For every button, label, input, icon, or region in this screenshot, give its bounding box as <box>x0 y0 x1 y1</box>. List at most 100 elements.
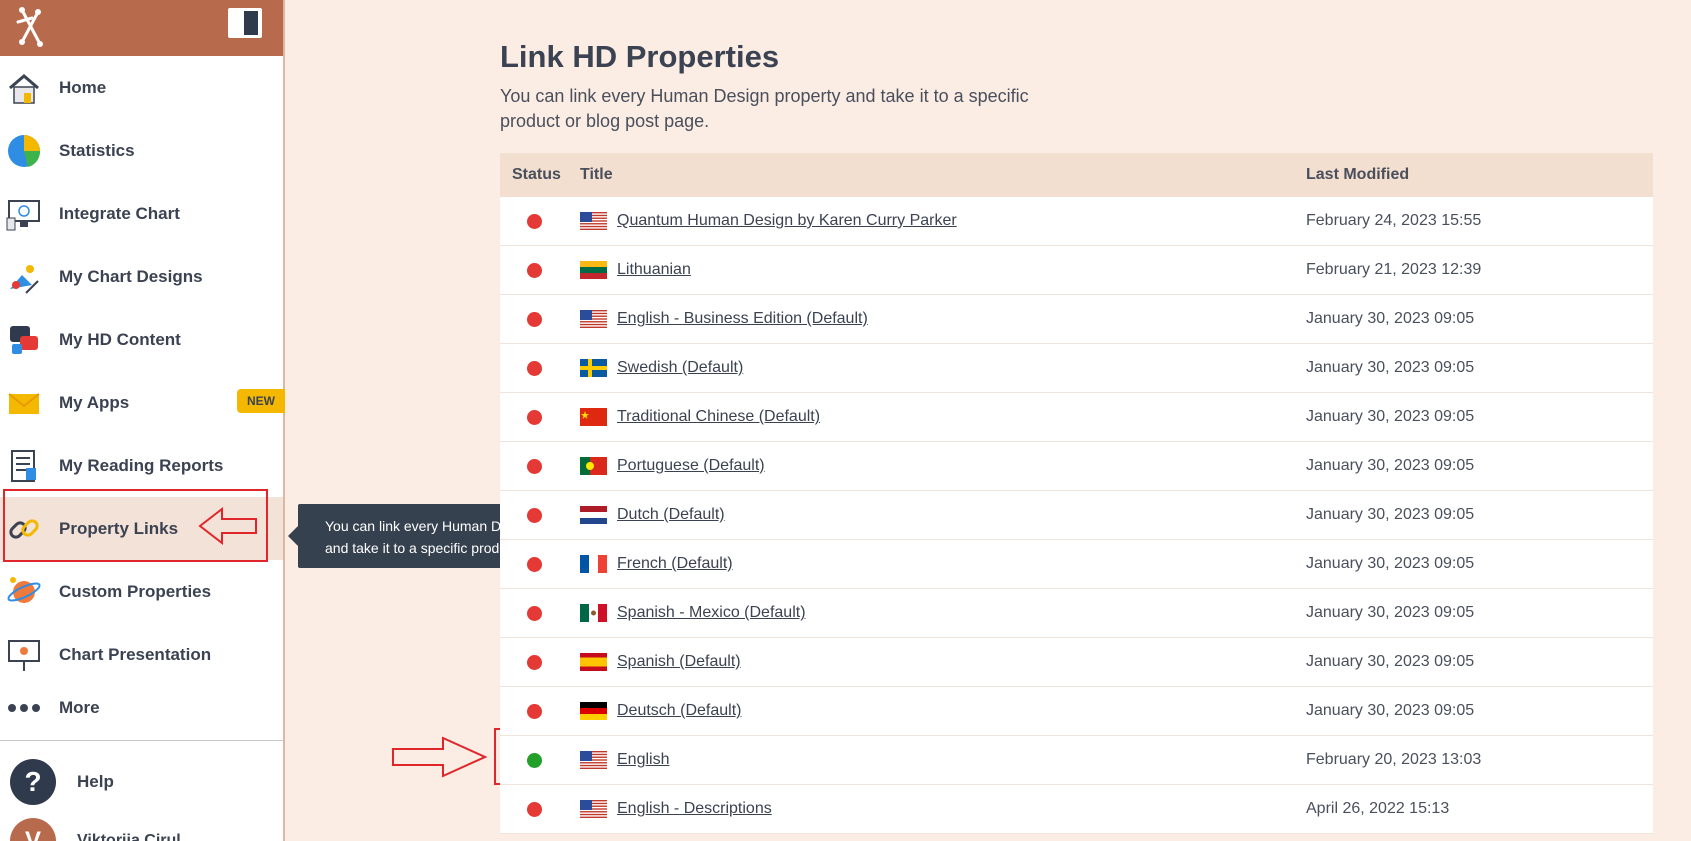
sidebar-item-my-hd-content[interactable]: My HD Content <box>0 308 283 371</box>
property-title-link[interactable]: Dutch (Default) <box>617 506 725 524</box>
sidebar-item-label: Home <box>59 77 107 97</box>
flag-de-icon <box>580 702 607 720</box>
presentation-board-icon <box>8 639 40 671</box>
property-title-link[interactable]: Spanish (Default) <box>617 653 741 671</box>
column-header-status[interactable]: Status <box>512 166 561 184</box>
report-document-icon <box>11 449 36 482</box>
annotation-arrow-right-icon <box>392 736 487 778</box>
sidebar: Home Statistics Integrate Chart My Chart De… <box>0 0 285 841</box>
avatar[interactable]: V <box>10 818 56 841</box>
table-row[interactable]: Spanish (Default) January 30, 2023 09:05 <box>500 638 1653 687</box>
planet-icon <box>7 576 41 603</box>
sidebar-item-label: Custom Properties <box>59 581 212 601</box>
table-row[interactable]: Portuguese (Default) January 30, 2023 09:… <box>500 442 1653 491</box>
sidebar-item-custom-properties[interactable]: Custom Properties <box>0 560 283 623</box>
sidebar-item-my-chart-designs[interactable]: My Chart Designs <box>0 245 283 308</box>
help-icon[interactable]: ? <box>10 759 56 805</box>
app-logo-icon[interactable] <box>14 4 48 50</box>
table-row[interactable]: English February 20, 2023 13:03 <box>500 736 1653 785</box>
property-title-link[interactable]: Lithuanian <box>617 261 691 279</box>
last-modified-date: January 30, 2023 09:05 <box>1306 555 1475 572</box>
status-dot <box>527 361 542 376</box>
status-dot <box>527 655 542 670</box>
sidebar-item-label: More <box>59 698 100 717</box>
content-chat-icon <box>10 325 38 354</box>
sidebar-item-home[interactable]: Home <box>0 56 283 119</box>
sidebar-item-label: Integrate Chart <box>59 203 180 223</box>
sidebar-item-chart-presentation[interactable]: Chart Presentation <box>0 623 283 686</box>
property-title-link[interactable]: English - Business Edition (Default) <box>617 310 868 328</box>
design-palette-icon <box>10 264 39 294</box>
home-icon <box>9 73 39 104</box>
table-row[interactable]: English - Business Edition (Default) Janu… <box>500 295 1653 344</box>
pie-chart-icon <box>8 134 41 167</box>
sidebar-divider <box>0 740 283 741</box>
table-row[interactable]: Spanish - Mexico (Default) January 30, 20… <box>500 589 1653 638</box>
help-link[interactable]: Help <box>77 772 114 792</box>
flag-lt-icon <box>580 261 607 279</box>
flag-us-icon <box>580 751 607 769</box>
table-row[interactable]: Lithuanian February 21, 2023 12:39 <box>500 246 1653 295</box>
last-modified-date: January 30, 2023 09:05 <box>1306 310 1475 327</box>
annotation-arrow-left-icon <box>198 507 257 545</box>
table-row[interactable]: Quantum Human Design by Karen Curry Park… <box>500 197 1653 246</box>
sidebar-item-my-apps[interactable]: My Apps NEW <box>0 371 285 434</box>
flag-us-icon <box>580 310 607 328</box>
last-modified-date: April 26, 2022 15:13 <box>1306 800 1450 817</box>
last-modified-date: January 30, 2023 09:05 <box>1306 359 1475 376</box>
sidebar-item-label: My Apps <box>59 392 130 412</box>
table-row[interactable]: English - Descriptions April 26, 2022 15:… <box>500 785 1653 834</box>
sidebar-item-label: My HD Content <box>59 329 181 349</box>
panel-toggle-icon <box>244 11 258 35</box>
table-header: Status Title Last Modified <box>500 153 1653 197</box>
sidebar-item-my-reading-reports[interactable]: My Reading Reports <box>0 434 283 497</box>
status-dot <box>527 704 542 719</box>
sidebar-item-integrate-chart[interactable]: Integrate Chart <box>0 182 283 245</box>
sidebar-item-label: My Reading Reports <box>59 455 224 475</box>
property-title-link[interactable]: Deutsch (Default) <box>617 702 742 720</box>
status-dot <box>527 459 542 474</box>
property-title-link[interactable]: English - Descriptions <box>617 800 772 818</box>
user-name[interactable]: Viktorija Cirul <box>77 832 181 841</box>
sidebar-collapse-button[interactable] <box>228 8 262 38</box>
status-dot <box>527 312 542 327</box>
last-modified-date: February 20, 2023 13:03 <box>1306 751 1482 768</box>
table-row[interactable]: French (Default) January 30, 2023 09:05 <box>500 540 1653 589</box>
property-title-link[interactable]: Portuguese (Default) <box>617 457 765 475</box>
status-dot <box>527 606 542 621</box>
sidebar-item-label: Chart Presentation <box>59 644 212 664</box>
table-row[interactable]: Swedish (Default) January 30, 2023 09:05 <box>500 344 1653 393</box>
property-title-link[interactable]: Traditional Chinese (Default) <box>617 408 820 426</box>
flag-fr-icon <box>580 555 607 573</box>
column-header-last-modified[interactable]: Last Modified <box>1306 166 1409 184</box>
status-dot <box>527 802 542 817</box>
flag-us-icon <box>580 212 607 230</box>
flag-mx-icon <box>580 604 607 622</box>
table-row[interactable]: Traditional Chinese (Default) January 30,… <box>500 393 1653 442</box>
last-modified-date: February 21, 2023 12:39 <box>1306 261 1482 278</box>
status-dot <box>527 410 542 425</box>
table-row[interactable]: Deutsch (Default) January 30, 2023 09:05 <box>500 687 1653 736</box>
flag-es-icon <box>580 653 607 671</box>
property-title-link[interactable]: Quantum Human Design by Karen Curry Park… <box>617 212 957 230</box>
status-dot <box>527 508 542 523</box>
page-description: You can link every Human Design property… <box>500 86 1029 131</box>
last-modified-date: January 30, 2023 09:05 <box>1306 604 1475 621</box>
status-dot <box>527 263 542 278</box>
property-title-link[interactable]: Swedish (Default) <box>617 359 743 377</box>
sidebar-item-label: My Chart Designs <box>59 266 203 286</box>
column-header-title[interactable]: Title <box>580 166 613 184</box>
table-row[interactable]: Dutch (Default) January 30, 2023 09:05 <box>500 491 1653 540</box>
flag-cn-icon <box>580 408 607 426</box>
monitor-chart-icon <box>6 199 40 230</box>
sidebar-item-statistics[interactable]: Statistics <box>0 119 283 182</box>
envelope-icon <box>8 392 40 414</box>
property-title-link[interactable]: English <box>617 751 669 769</box>
sidebar-item-more[interactable]: More <box>0 683 283 733</box>
last-modified-date: January 30, 2023 09:05 <box>1306 408 1475 425</box>
property-title-link[interactable]: French (Default) <box>617 555 733 573</box>
status-dot <box>527 753 542 768</box>
sidebar-item-label: Statistics <box>59 140 135 160</box>
property-title-link[interactable]: Spanish - Mexico (Default) <box>617 604 806 622</box>
flag-pt-icon <box>580 457 607 475</box>
